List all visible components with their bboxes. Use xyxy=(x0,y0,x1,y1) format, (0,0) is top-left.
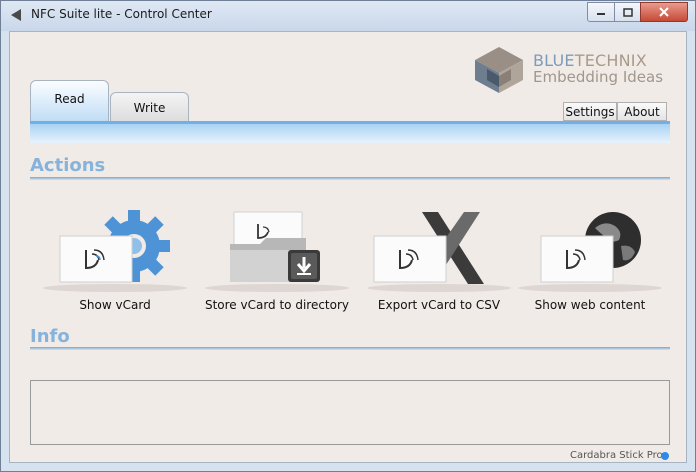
globe-icon xyxy=(518,212,662,292)
bluetechnix-logo: BLUETECHNIX Embedding Ideas xyxy=(471,45,671,97)
maximize-button[interactable] xyxy=(614,2,641,22)
actions-heading: Actions xyxy=(30,155,106,176)
store-vcard-action[interactable]: Store vCard to directory xyxy=(202,210,352,320)
about-button[interactable]: About xyxy=(617,102,667,121)
title-bar[interactable]: NFC Suite lite - Control Center xyxy=(1,1,695,31)
tab-content-header xyxy=(30,121,670,143)
close-icon xyxy=(659,7,669,17)
tab-read[interactable]: Read xyxy=(30,80,109,122)
close-button[interactable] xyxy=(640,2,688,22)
export-vcard-csv-action[interactable]: Export vCard to CSV xyxy=(364,210,514,320)
show-vcard-action[interactable]: Show vCard xyxy=(40,210,190,320)
folder-download-icon xyxy=(205,211,349,292)
device-status-indicator xyxy=(661,452,669,460)
app-window: NFC Suite lite - Control Center BLUETECH… xyxy=(0,0,696,472)
info-heading: Info xyxy=(30,326,70,347)
minimize-icon xyxy=(597,13,605,15)
logo-tagline: Embedding Ideas xyxy=(533,68,664,86)
show-web-content-action[interactable]: Show web content xyxy=(515,210,665,320)
device-status-text: Cardabra Stick Pro xyxy=(570,450,663,461)
settings-button[interactable]: Settings xyxy=(563,102,617,121)
gear-icon xyxy=(43,210,187,292)
info-panel xyxy=(30,380,670,445)
excel-x-icon xyxy=(367,212,511,292)
tab-write[interactable]: Write xyxy=(110,92,189,122)
window-title: NFC Suite lite - Control Center xyxy=(31,7,212,21)
maximize-icon xyxy=(622,7,633,17)
show-web-content-label: Show web content xyxy=(534,298,646,312)
actions-divider xyxy=(30,177,670,180)
info-divider xyxy=(30,347,670,350)
cube-logo-icon xyxy=(475,47,523,93)
app-icon xyxy=(11,9,21,21)
minimize-button[interactable] xyxy=(587,2,615,22)
main-panel: BLUETECHNIX Embedding Ideas Read Write S… xyxy=(9,31,687,463)
